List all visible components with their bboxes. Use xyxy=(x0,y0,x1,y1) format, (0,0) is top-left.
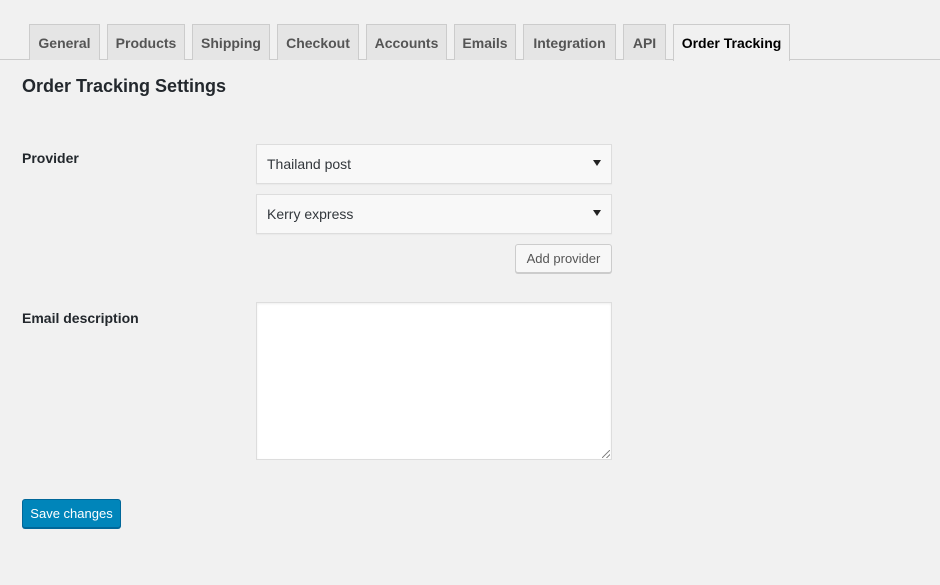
resize-handle-icon[interactable] xyxy=(602,450,610,458)
tab-order-tracking[interactable]: Order Tracking xyxy=(673,24,790,61)
settings-tab-bar: General Products Shipping Checkout Accou… xyxy=(0,0,940,61)
chevron-down-icon xyxy=(593,210,601,216)
page-title: Order Tracking Settings xyxy=(22,76,227,96)
provider-select-1[interactable]: Thailand post xyxy=(256,144,612,184)
tab-accounts[interactable]: Accounts xyxy=(366,24,447,60)
provider-select-2[interactable]: Kerry express xyxy=(256,194,612,234)
email-description-textarea[interactable] xyxy=(256,302,612,460)
tab-checkout[interactable]: Checkout xyxy=(277,24,359,60)
tab-products[interactable]: Products xyxy=(107,24,185,60)
add-provider-button[interactable]: Add provider xyxy=(515,244,612,273)
tab-emails[interactable]: Emails xyxy=(454,24,516,60)
tab-shipping[interactable]: Shipping xyxy=(192,24,270,60)
tab-api[interactable]: API xyxy=(623,24,666,60)
provider-label: Provider xyxy=(22,150,79,166)
email-description-label: Email description xyxy=(22,310,139,326)
provider-select-value: Kerry express xyxy=(267,206,354,222)
chevron-down-icon xyxy=(593,160,601,166)
provider-select-value: Thailand post xyxy=(267,156,352,172)
tab-integration[interactable]: Integration xyxy=(523,24,616,60)
save-changes-button[interactable]: Save changes xyxy=(22,499,121,528)
tab-general[interactable]: General xyxy=(29,24,100,60)
